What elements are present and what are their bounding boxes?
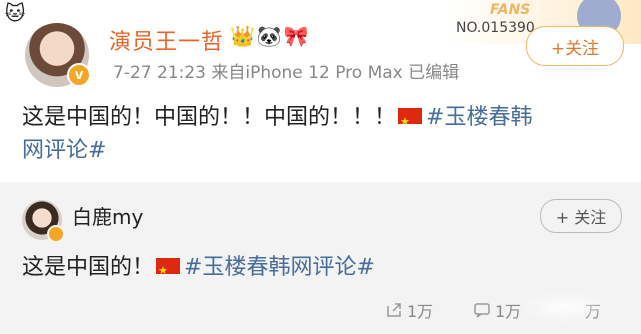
repost-china-flag-icon — [156, 255, 181, 287]
post-meta: 7-27 21:23 来自iPhone 12 Pro Max 已编辑 — [113, 63, 460, 83]
cat-sticker-icon: 🐱 — [4, 1, 26, 25]
username-emoji-badges: 👑🐼🎀 — [230, 24, 311, 48]
repost-username[interactable]: 白鹿my — [72, 201, 143, 230]
repost-follow-button[interactable]: + 关注 — [540, 199, 622, 233]
hashtag-link-part1[interactable]: #玉楼春韩 — [426, 105, 532, 130]
repost-hashtag-link[interactable]: #玉楼春韩网评论# — [184, 255, 375, 280]
repost-card[interactable]: 白鹿my + 关注 这是中国的！#玉楼春韩网评论# 1万 1万 万 — [0, 182, 641, 334]
post-text: 这是中国的！中国的！！中国的！！！ #玉楼春韩 网评论# — [22, 101, 622, 167]
weibo-post: 🐱 V 演员王一哲 👑🐼🎀 7-27 21:23 来自iPhone 12 Pro… — [0, 0, 641, 182]
comment-count-button[interactable]: 1万 — [473, 298, 521, 322]
comment-icon — [474, 303, 490, 318]
china-flag-icon — [398, 105, 423, 138]
comment-count: 1万 — [495, 302, 522, 321]
repost-text-body: 这是中国的！ — [22, 255, 155, 280]
repost-text: 这是中国的！ #玉楼春韩网评论# — [22, 252, 375, 287]
fans-label: FANS — [490, 2, 531, 18]
repost-verified-badge-icon — [47, 225, 65, 243]
share-icon — [387, 303, 401, 317]
verified-badge-icon: V — [67, 63, 91, 87]
repost-count: 1万 — [407, 302, 434, 321]
follow-button[interactable]: +关注 — [526, 26, 624, 66]
hashtag-link-part2[interactable]: 网评论# — [22, 138, 106, 163]
fans-number: NO.015390 — [456, 20, 535, 36]
blurred-overlay — [520, 290, 610, 324]
post-username[interactable]: 演员王一哲 — [109, 24, 224, 56]
repost-count-button[interactable]: 1万 — [385, 298, 433, 322]
post-text-body: 这是中国的！中国的！！中国的！！！ — [22, 105, 397, 130]
